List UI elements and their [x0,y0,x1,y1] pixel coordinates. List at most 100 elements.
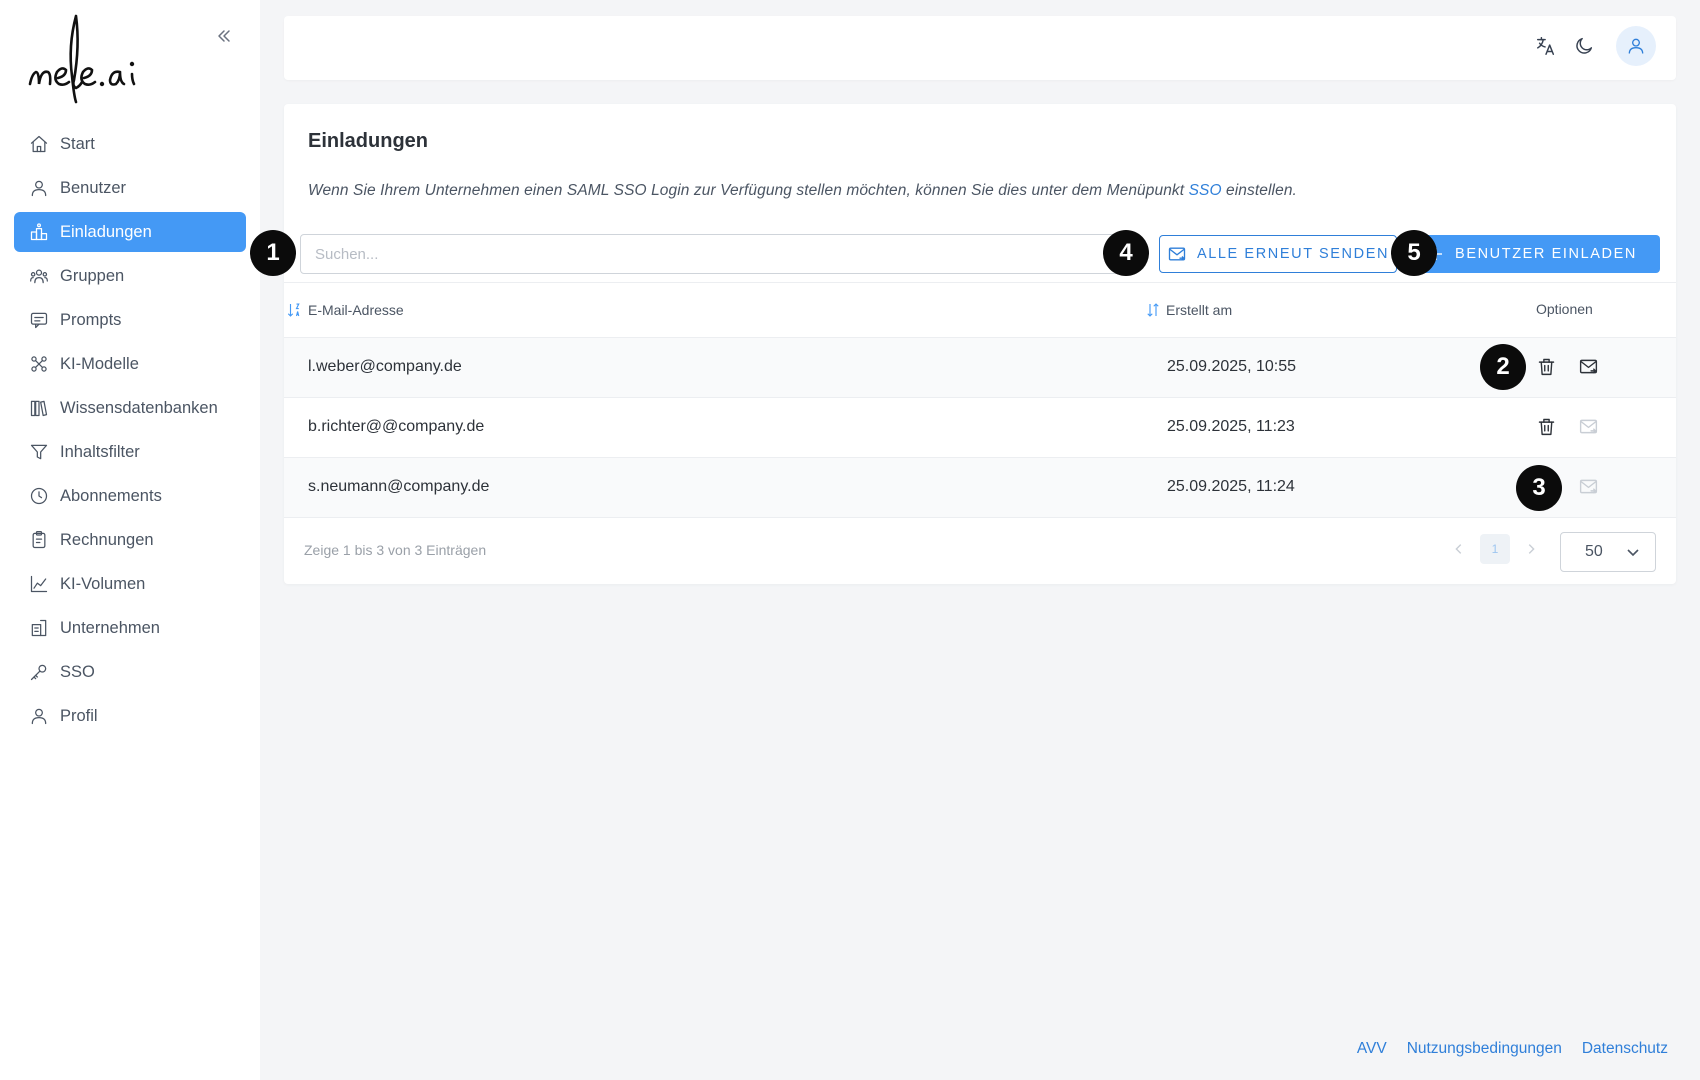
column-created-label: Erstellt am [1166,302,1233,318]
sidebar-item-label: Rechnungen [60,530,154,549]
sidebar-item-start[interactable]: Start [14,124,246,164]
privacy-link[interactable]: Datenschutz [1582,1040,1668,1058]
column-email-header[interactable]: E-Mail-Adresse [286,301,404,319]
library-icon [28,397,50,419]
home-icon [28,133,50,155]
column-email-label: E-Mail-Adresse [308,302,404,318]
sidebar-item-label: Prompts [60,310,122,329]
mail-send-icon [1579,419,1597,433]
user-avatar-icon [1628,38,1644,54]
prompt-icon [28,309,50,331]
collapse-sidebar-button[interactable] [212,24,236,48]
row-options [1534,354,1600,378]
sidebar-item-label: Gruppen [60,266,125,285]
table-row: b.richter@@company.de 25.09.2025, 11:23 [284,398,1676,458]
clipboard-icon [28,529,50,551]
column-created-header[interactable]: Erstellt am [1144,301,1232,319]
table-header: E-Mail-Adresse Erstellt am Optionen [284,282,1676,338]
invitations-table: E-Mail-Adresse Erstellt am Optionen l.we… [284,282,1676,518]
sidebar: Start Benutzer Einladungen Gruppen Promp… [0,0,260,1080]
dark-mode-toggle[interactable] [1572,34,1596,58]
top-bar [284,16,1676,80]
per-page-value: 50 [1585,543,1603,560]
sidebar-item-label: KI-Volumen [60,574,146,593]
invitation-email: s.neumann@company.de [308,478,490,495]
trash-icon [1538,418,1554,435]
row-options [1534,414,1600,438]
invitations-card: Einladungen Wenn Sie Ihrem Unternehmen e… [284,104,1676,584]
sidebar-item-label: Benutzer [60,178,127,197]
sidebar-item-label: Inhaltsfilter [60,442,140,461]
invitations-icon [28,221,50,243]
sidebar-item-einladungen[interactable]: Einladungen [14,212,246,252]
invite-user-label: BENUTZER EINLADEN [1455,246,1637,262]
top-bar-actions [1534,26,1656,66]
sidebar-item-profil[interactable]: Profil [14,696,246,736]
sidebar-item-unternehmen[interactable]: Unternehmen [14,608,246,648]
resend-invitation-button[interactable] [1576,354,1600,378]
delete-invitation-button[interactable] [1534,354,1558,378]
sidebar-item-label: Unternehmen [60,618,160,637]
sidebar-item-inhaltsfilter[interactable]: Inhaltsfilter [14,432,246,472]
per-page-select[interactable]: 50 [1560,532,1656,572]
invite-user-button[interactable]: BENUTZER EINLADEN [1404,235,1660,273]
chart-icon [28,573,50,595]
sidebar-item-prompts[interactable]: Prompts [14,300,246,340]
moon-icon [1576,37,1593,54]
pagination-info: Zeige 1 bis 3 von 3 Einträgen [304,542,487,558]
invitation-created: 25.09.2025, 11:24 [1167,478,1295,495]
sidebar-item-label: Abonnements [60,486,162,505]
sso-link[interactable]: SSO [1189,182,1222,199]
sidebar-item-label: Start [60,134,95,153]
sidebar-item-gruppen[interactable]: Gruppen [14,256,246,296]
sidebar-item-abonnements[interactable]: Abonnements [14,476,246,516]
mail-send-icon [1579,479,1597,493]
chevron-right-icon [1528,544,1535,554]
avv-link[interactable]: AVV [1357,1040,1387,1058]
key-icon [28,661,50,683]
sso-hint-text: Wenn Sie Ihrem Unternehmen einen SAML SS… [308,182,1297,200]
sidebar-item-label: Profil [60,706,98,725]
annotation-marker-4: 4 [1103,230,1149,276]
table-row: s.neumann@company.de 25.09.2025, 11:24 [284,458,1676,518]
invitation-created: 25.09.2025, 10:55 [1167,358,1297,375]
trash-icon [1538,358,1554,375]
resend-all-label: ALLE ERNEUT SENDEN [1196,246,1390,262]
previous-page-button[interactable] [1444,534,1474,564]
terms-link[interactable]: Nutzungsbedingungen [1407,1040,1562,1058]
group-icon [28,265,50,287]
sidebar-item-label: Einladungen [60,222,152,241]
sidebar-item-rechnungen[interactable]: Rechnungen [14,520,246,560]
building-icon [28,617,50,639]
clock-icon [28,485,50,507]
user-avatar-button[interactable] [1616,26,1656,66]
sidebar-item-label: Wissensdatenbanken [60,398,218,417]
annotation-marker-1: 1 [250,230,296,276]
footer-links: AVV Nutzungsbedingungen Datenschutz [1357,1040,1668,1058]
annotation-marker-2: 2 [1480,344,1526,390]
invitation-email: l.weber@company.de [308,358,462,375]
invitation-created: 25.09.2025, 11:23 [1167,418,1295,435]
double-chevron-left-icon [218,30,230,42]
sidebar-item-ki-modelle[interactable]: KI-Modelle [14,344,246,384]
next-page-button[interactable] [1516,534,1546,564]
user-icon [28,177,50,199]
sidebar-item-ki-volumen[interactable]: KI-Volumen [14,564,246,604]
resend-invitation-button-disabled [1576,474,1600,498]
filter-icon [28,441,50,463]
translate-button[interactable] [1534,34,1558,58]
pagination: 1 [1444,534,1546,564]
mail-send-icon [1168,247,1186,261]
translate-icon [1537,37,1555,55]
mail-send-icon [1579,359,1597,373]
delete-invitation-button[interactable] [1534,414,1558,438]
column-options-header: Optionen [1536,301,1593,317]
sidebar-item-wissensdatenbanken[interactable]: Wissensdatenbanken [14,388,246,428]
resend-all-button[interactable]: ALLE ERNEUT SENDEN [1159,235,1397,273]
sidebar-nav: Start Benutzer Einladungen Gruppen Promp… [14,124,246,740]
sidebar-item-sso[interactable]: SSO [14,652,246,692]
resend-invitation-button-disabled [1576,414,1600,438]
page-button-current[interactable]: 1 [1480,534,1510,564]
search-input[interactable] [300,234,1120,274]
sidebar-item-benutzer[interactable]: Benutzer [14,168,246,208]
